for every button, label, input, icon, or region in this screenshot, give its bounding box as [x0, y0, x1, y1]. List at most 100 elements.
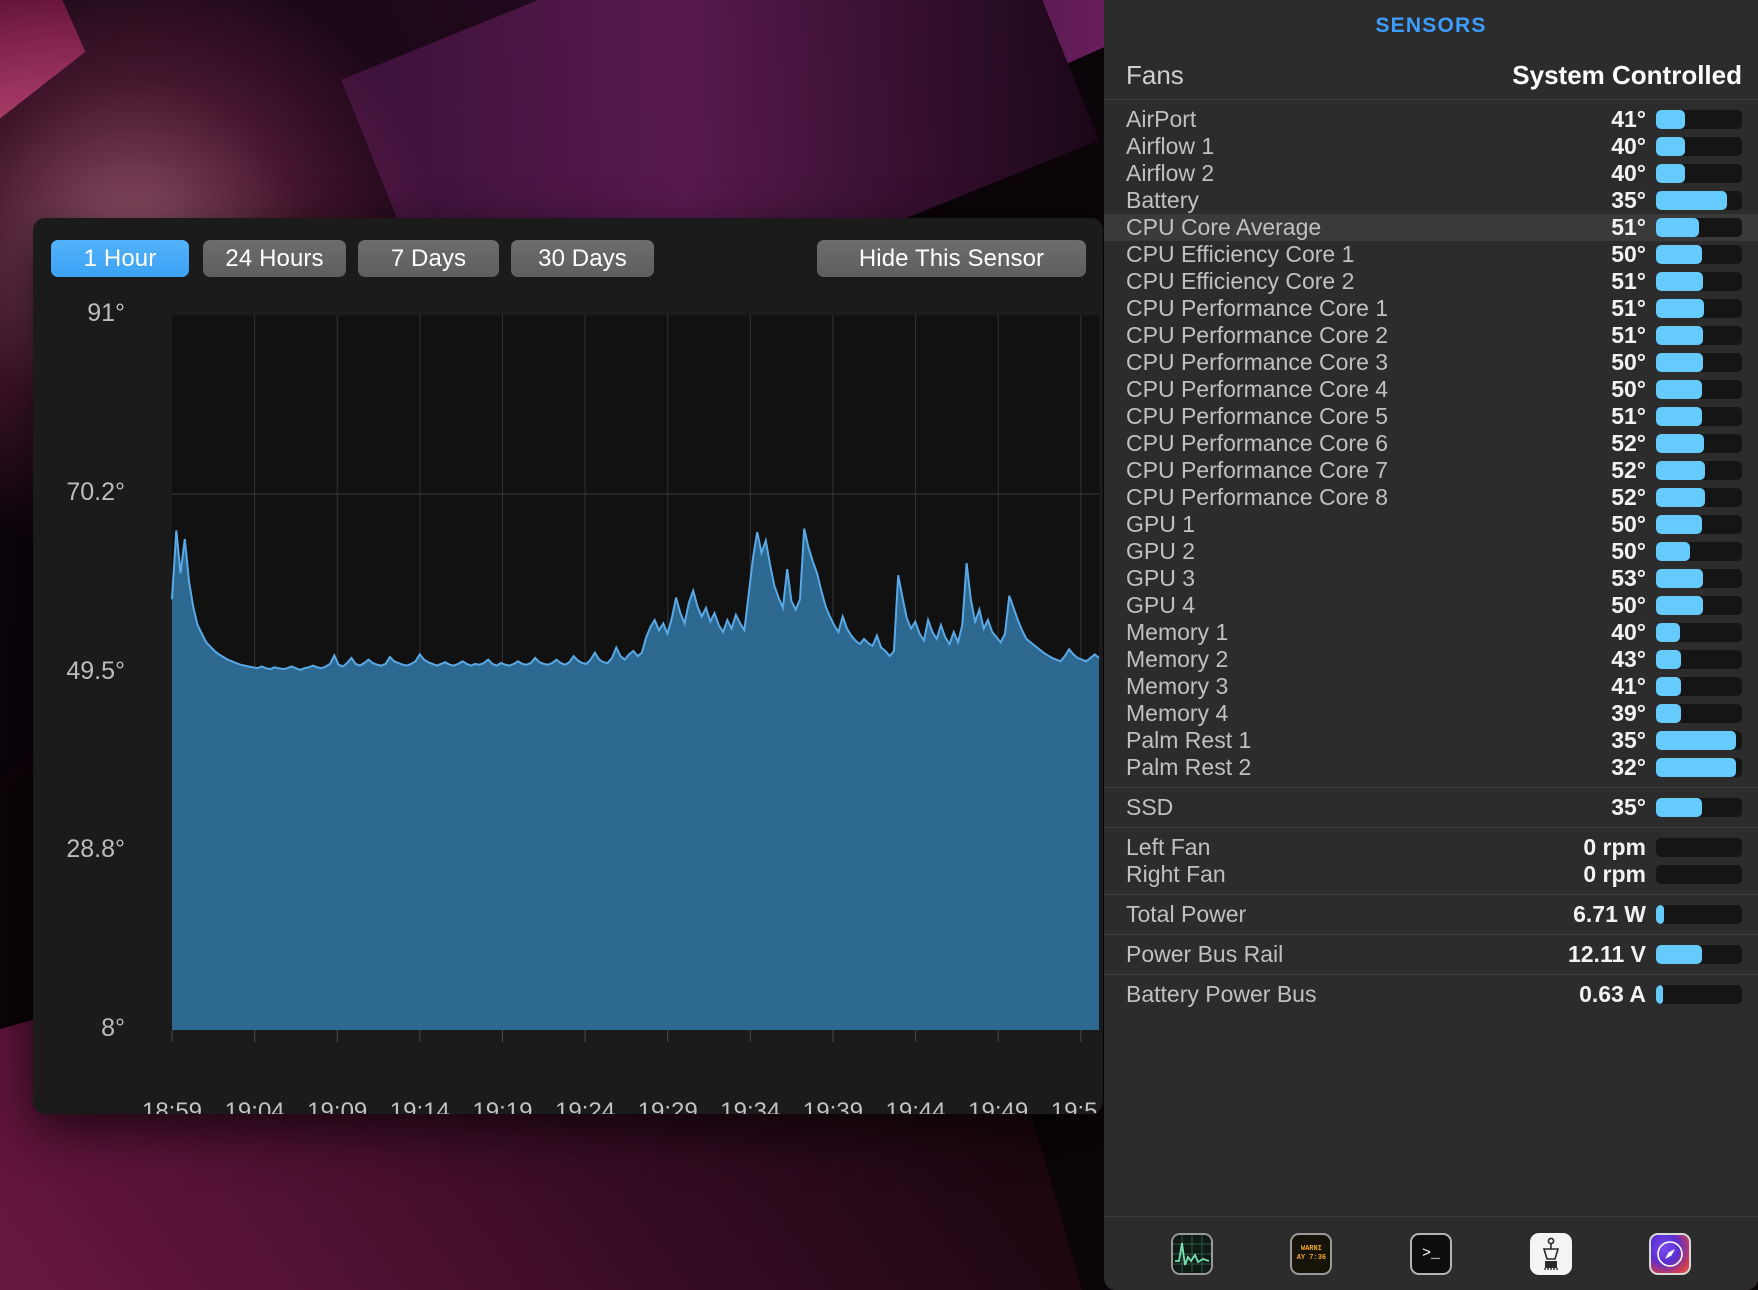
- sensor-row[interactable]: Power Bus Rail 12.11 V: [1104, 941, 1758, 968]
- sensor-row[interactable]: AirPort 41°: [1104, 106, 1758, 133]
- sensor-group: Battery Power Bus 0.63 A: [1104, 975, 1758, 1014]
- sensor-bar-fill: [1656, 191, 1727, 210]
- sensor-name: CPU Performance Core 1: [1126, 295, 1389, 321]
- hide-this-sensor-button[interactable]: Hide This Sensor: [817, 240, 1086, 277]
- sensor-bar: [1656, 191, 1742, 210]
- y-axis-tick-label: 70.2°: [66, 478, 125, 507]
- sensor-bar: [1656, 434, 1742, 453]
- sensor-bar: [1656, 488, 1742, 507]
- sensor-value: 40°: [1611, 619, 1646, 645]
- sensor-bar-fill: [1656, 326, 1704, 345]
- sensor-value: 32°: [1611, 754, 1646, 780]
- terminal-icon[interactable]: >_: [1409, 1232, 1452, 1275]
- sensor-value: 6.71 W: [1573, 901, 1646, 927]
- sensor-value: 51°: [1611, 268, 1646, 294]
- sensor-group: Left Fan 0 rpm Right Fan 0 rpm: [1104, 828, 1758, 895]
- sensor-name: CPU Performance Core 6: [1126, 430, 1389, 456]
- sensor-row[interactable]: Memory 1 40°: [1104, 619, 1758, 646]
- sensor-bar: [1656, 515, 1742, 534]
- y-axis-tick-label: 49.5°: [66, 656, 125, 685]
- sensor-row[interactable]: CPU Performance Core 4 50°: [1104, 376, 1758, 403]
- sensor-bar-fill: [1656, 596, 1704, 615]
- sensor-bar: [1656, 569, 1742, 588]
- circuit-probe-icon[interactable]: [1529, 1232, 1572, 1275]
- sensor-bar: [1656, 353, 1742, 372]
- sensor-bar-fill: [1656, 731, 1736, 750]
- sensor-name: GPU 2: [1126, 538, 1196, 564]
- sensor-value: 41°: [1611, 673, 1646, 699]
- sensor-row[interactable]: CPU Efficiency Core 1 50°: [1104, 241, 1758, 268]
- sensor-row[interactable]: GPU 1 50°: [1104, 511, 1758, 538]
- sensor-bar-fill: [1656, 569, 1704, 588]
- chart-plot-area[interactable]: 8° 28.8° 49.5° 70.2° 91° 18:59 19:04 19:09 19:1…: [33, 292, 1103, 1114]
- sensor-row[interactable]: CPU Performance Core 8 52°: [1104, 484, 1758, 511]
- sensor-group: Total Power 6.71 W: [1104, 895, 1758, 935]
- warning-clock-icon[interactable]: WARNI AY 7:36: [1290, 1232, 1333, 1275]
- sensor-row[interactable]: Palm Rest 2 32°: [1104, 754, 1758, 781]
- sensors-panel: SENSORS Fans System Controlled AirPort 41…: [1104, 0, 1758, 1290]
- sensor-value: 50°: [1611, 511, 1646, 537]
- sensor-row[interactable]: Battery Power Bus 0.63 A: [1104, 981, 1758, 1008]
- sensor-value: 40°: [1611, 133, 1646, 159]
- sensor-name: Battery: [1126, 187, 1199, 213]
- sensor-row[interactable]: SSD 35°: [1104, 794, 1758, 821]
- sensor-value: 35°: [1611, 727, 1646, 753]
- sensor-name: Memory 1: [1126, 619, 1229, 645]
- fans-header-row[interactable]: Fans System Controlled: [1104, 52, 1758, 100]
- sensor-name: Left Fan: [1126, 834, 1211, 860]
- sensor-group: AirPort 41° Airflow 1 40° Airflow 2 40° Batter…: [1104, 100, 1758, 788]
- sensor-value: 35°: [1611, 187, 1646, 213]
- sensor-name: Palm Rest 2: [1126, 754, 1252, 780]
- sensor-row[interactable]: Airflow 1 40°: [1104, 133, 1758, 160]
- sensor-name: CPU Efficiency Core 1: [1126, 241, 1355, 267]
- sensor-value: 50°: [1611, 538, 1646, 564]
- sensor-row[interactable]: GPU 2 50°: [1104, 538, 1758, 565]
- sensor-row[interactable]: Left Fan 0 rpm: [1104, 834, 1758, 861]
- sensor-row[interactable]: GPU 4 50°: [1104, 592, 1758, 619]
- sensor-row[interactable]: GPU 3 53°: [1104, 565, 1758, 592]
- sensor-name: CPU Performance Core 7: [1126, 457, 1389, 483]
- range-button-24-hours[interactable]: 24 Hours: [203, 240, 346, 277]
- sensor-name: GPU 4: [1126, 592, 1196, 618]
- sensor-bar: [1656, 245, 1742, 264]
- sensor-row[interactable]: Airflow 2 40°: [1104, 160, 1758, 187]
- sensor-row[interactable]: CPU Performance Core 2 51°: [1104, 322, 1758, 349]
- sensor-row[interactable]: CPU Performance Core 5 51°: [1104, 403, 1758, 430]
- sensor-row[interactable]: CPU Performance Core 1 51°: [1104, 295, 1758, 322]
- sensor-group: SSD 35°: [1104, 788, 1758, 828]
- fans-value: System Controlled: [1512, 60, 1742, 90]
- sensor-row[interactable]: CPU Core Average 51°: [1104, 214, 1758, 241]
- range-button-30-days[interactable]: 30 Days: [511, 240, 654, 277]
- sensor-row[interactable]: Memory 3 41°: [1104, 673, 1758, 700]
- sensor-name: Total Power: [1126, 901, 1247, 927]
- sensor-row[interactable]: CPU Performance Core 3 50°: [1104, 349, 1758, 376]
- sensor-name: Memory 2: [1126, 646, 1229, 672]
- activity-monitor-icon[interactable]: [1170, 1232, 1213, 1275]
- sensor-row[interactable]: Palm Rest 1 35°: [1104, 727, 1758, 754]
- sensor-row[interactable]: CPU Performance Core 7 52°: [1104, 457, 1758, 484]
- sensor-row[interactable]: Total Power 6.71 W: [1104, 901, 1758, 928]
- sensor-bar-fill: [1656, 434, 1705, 453]
- sensor-bar-fill: [1656, 677, 1681, 696]
- sensor-value: 41°: [1611, 106, 1646, 132]
- range-button-1-hour[interactable]: 1 Hour: [51, 240, 189, 277]
- warning-icon-line1: WARNI: [1300, 1244, 1322, 1253]
- sensor-row[interactable]: Memory 4 39°: [1104, 700, 1758, 727]
- sensor-bar-fill: [1656, 515, 1703, 534]
- sensor-bar: [1656, 461, 1742, 480]
- range-button-7-days[interactable]: 7 Days: [358, 240, 499, 277]
- sensor-row[interactable]: CPU Performance Core 6 52°: [1104, 430, 1758, 457]
- sensor-groups-container: AirPort 41° Airflow 1 40° Airflow 2 40° Batter…: [1104, 100, 1758, 1014]
- sensor-name: GPU 1: [1126, 511, 1196, 537]
- sensor-row[interactable]: Battery 35°: [1104, 187, 1758, 214]
- sensor-row[interactable]: Memory 2 43°: [1104, 646, 1758, 673]
- sensor-bar: [1656, 272, 1742, 291]
- sensor-bar-fill: [1656, 623, 1681, 642]
- sensor-row[interactable]: CPU Efficiency Core 2 51°: [1104, 268, 1758, 295]
- sensor-bar-fill: [1656, 137, 1686, 156]
- sensor-row[interactable]: Right Fan 0 rpm: [1104, 861, 1758, 888]
- browser-compass-icon[interactable]: [1649, 1232, 1692, 1275]
- sensor-bar-fill: [1656, 905, 1664, 924]
- sensor-bar: [1656, 865, 1742, 884]
- sensor-name: CPU Performance Core 2: [1126, 322, 1389, 348]
